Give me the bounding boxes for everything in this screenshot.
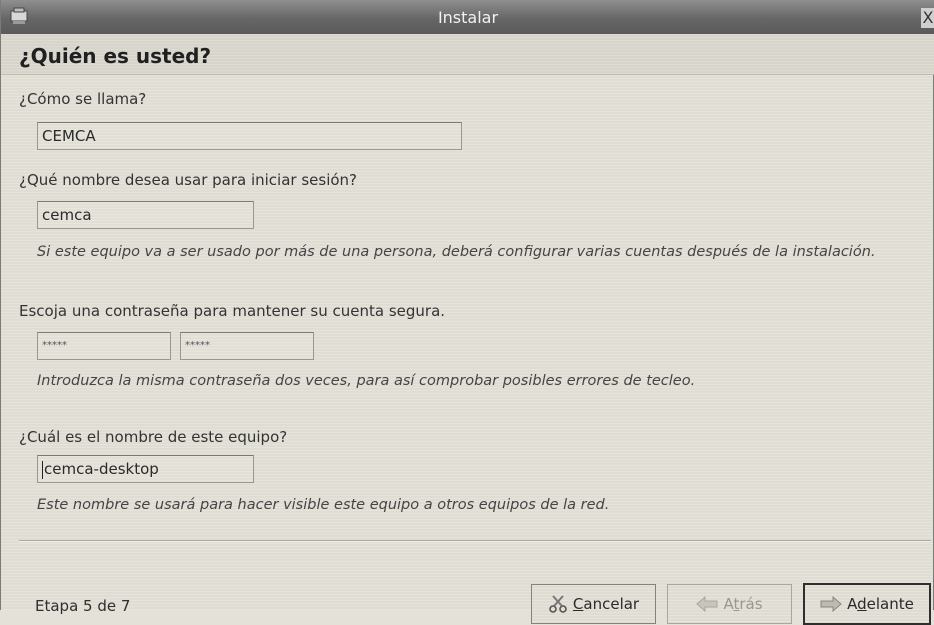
step-indicator: Etapa 5 de 7	[35, 597, 131, 615]
cancel-button-label: Cancelar	[572, 595, 640, 613]
username-label: ¿Qué nombre desea usar para iniciar sesi…	[19, 171, 358, 189]
password-input[interactable]: *****	[37, 332, 171, 360]
username-value: cemca	[42, 206, 92, 224]
password-confirm-input[interactable]: *****	[180, 332, 314, 360]
installer-window: Instalar X ¿Quién es usted? ¿Cómo se lla…	[0, 0, 934, 625]
hostname-hint: Este nombre se usará para hacer visible …	[37, 497, 610, 513]
scissors-icon	[549, 595, 567, 613]
back-button-label: Atrás	[723, 595, 763, 613]
back-button[interactable]: Atrás	[667, 584, 792, 624]
password-value: *****	[42, 340, 67, 351]
fullname-value: CEMCA	[42, 127, 96, 145]
password-label: Escoja una contraseña para mantener su c…	[19, 302, 446, 320]
hostname-value: cemca-desktop	[44, 460, 159, 478]
username-input[interactable]: cemca	[37, 201, 254, 229]
footer-separator	[19, 540, 931, 542]
forward-button[interactable]: Adelante	[803, 583, 931, 625]
fullname-input[interactable]: CEMCA	[37, 122, 462, 150]
forward-button-label: Adelante	[847, 595, 914, 613]
page-title: ¿Quién es usted?	[19, 44, 212, 68]
hostname-input[interactable]: cemca-desktop	[37, 455, 254, 483]
text-cursor	[42, 460, 43, 479]
page-header: ¿Quién es usted?	[1, 34, 934, 75]
title-bar[interactable]: Instalar X	[1, 0, 934, 35]
fullname-label: ¿Cómo se llama?	[19, 90, 147, 108]
close-icon[interactable]: X	[921, 8, 934, 28]
installer-icon	[10, 7, 28, 24]
window-title: Instalar	[437, 7, 499, 27]
password-hint: Introduzca la misma contraseña dos veces…	[37, 373, 696, 389]
cancel-button[interactable]: Cancelar	[531, 584, 656, 624]
password-confirm-value: *****	[185, 340, 210, 351]
username-hint: Si este equipo va a ser usado por más de…	[37, 244, 876, 260]
hostname-label: ¿Cuál es el nombre de este equipo?	[19, 428, 288, 446]
